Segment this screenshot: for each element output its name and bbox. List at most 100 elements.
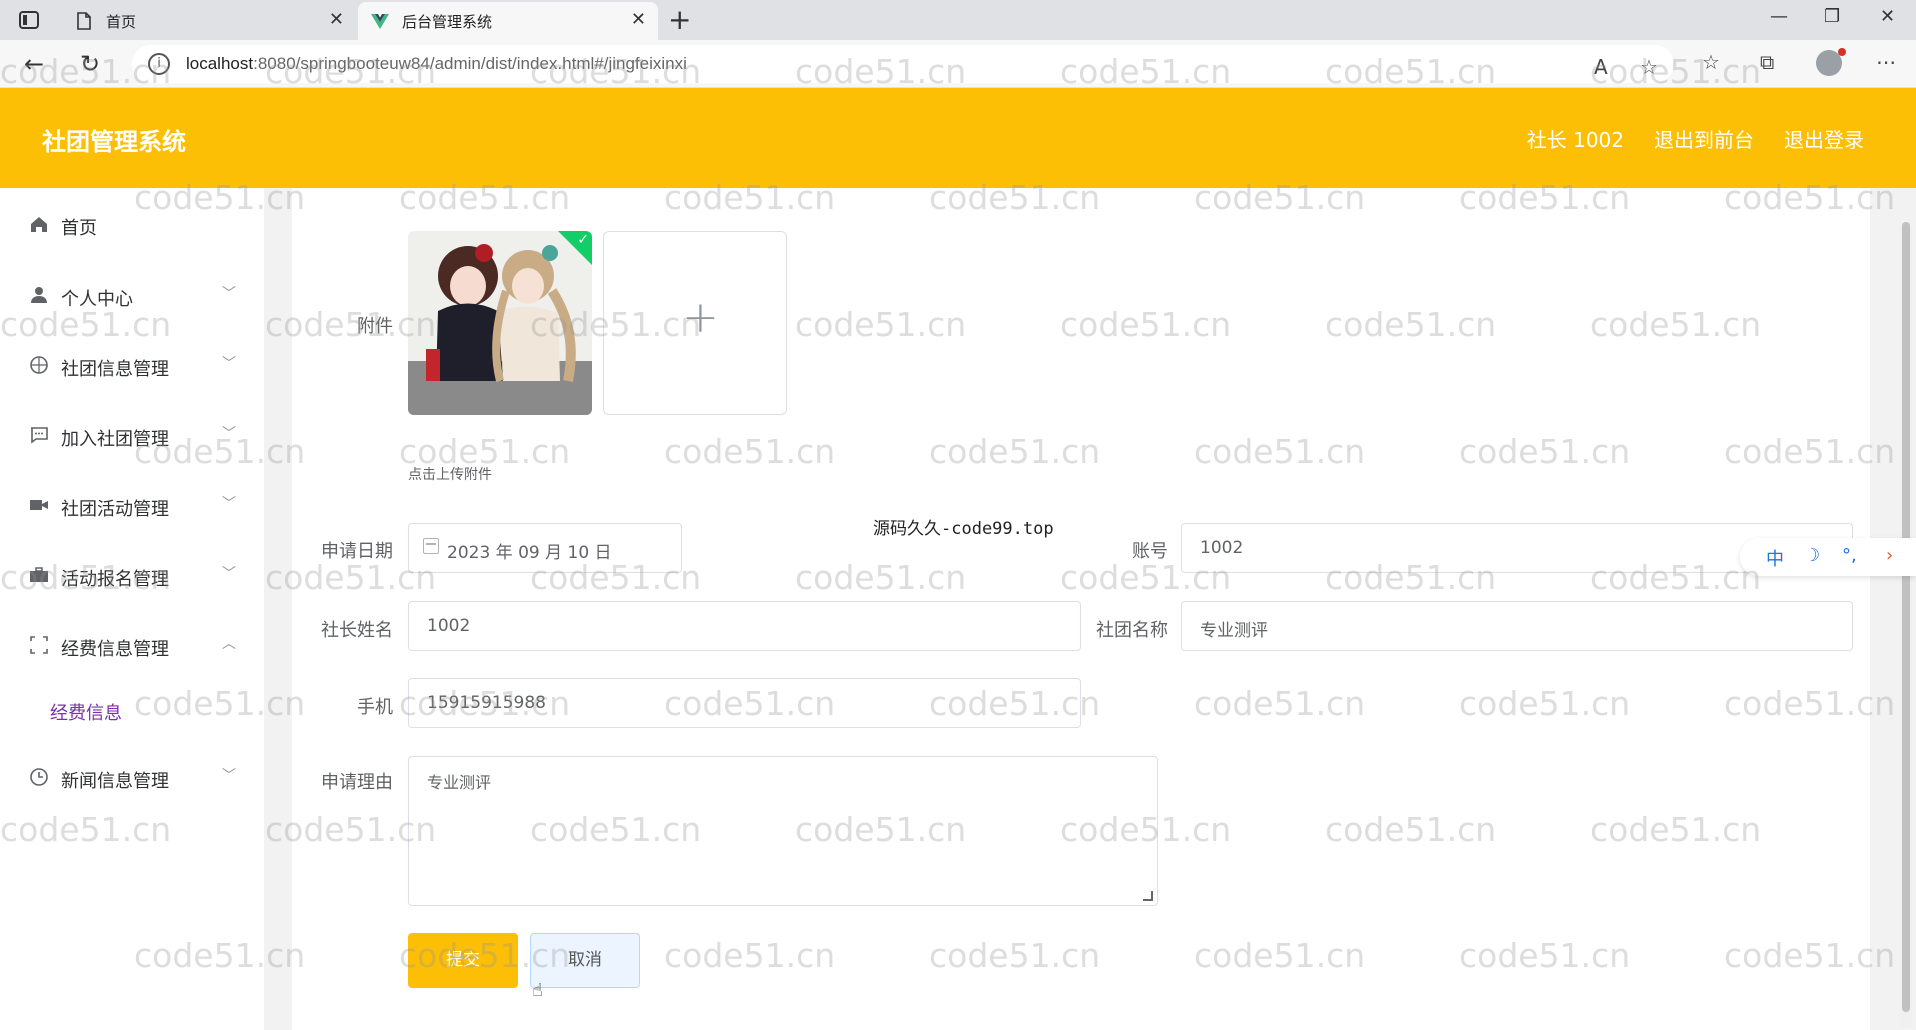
user-icon <box>28 285 50 307</box>
sidebar-subitem-label: 经费信息 <box>50 703 122 724</box>
chevron-down-icon: ﹀ <box>222 286 236 302</box>
reason-textarea[interactable]: 专业测评 <box>408 756 1158 906</box>
favorite-add-icon[interactable]: ☆ <box>1640 55 1658 79</box>
leader-name-value: 1002 <box>427 616 471 636</box>
calendar-icon <box>423 538 439 554</box>
chevron-right-icon[interactable]: › <box>1886 545 1893 566</box>
browser-tab-admin[interactable]: 后台管理系统 ✕ <box>358 2 658 40</box>
sidebar-item-activity-signup[interactable]: 活动报名管理 ﹀ <box>0 551 264 601</box>
sidebar: 首页 个人中心 ﹀ 社团信息管理 ﹀ 加入社团管理 ﹀ 社团活动管理 ﹀ 活动报… <box>0 188 264 1030</box>
apply-date-picker[interactable]: 2023 年 09 月 10 日 <box>408 523 682 573</box>
sidebar-item-label: 社团活动管理 <box>61 499 169 520</box>
sidebar-item-label: 新闻信息管理 <box>61 771 169 792</box>
mouse-cursor-icon: ☝ <box>532 980 543 1001</box>
chevron-down-icon: ﹀ <box>222 496 236 512</box>
club-name-field[interactable]: 专业测评 <box>1181 601 1853 651</box>
browser-address-bar: ← ↻ i localhost:8080/springbooteuw84/adm… <box>0 40 1916 88</box>
chevron-down-icon: ﹀ <box>222 356 236 372</box>
browser-tab-bar: 首页 ✕ 后台管理系统 ✕ + — ❐ ✕ <box>0 0 1916 40</box>
sidebar-item-club-activity[interactable]: 社团活动管理 ﹀ <box>0 481 264 531</box>
sidebar-item-label: 活动报名管理 <box>61 569 169 590</box>
phone-field[interactable]: 15915915988 <box>408 678 1081 728</box>
maximize-icon[interactable]: ❐ <box>1824 6 1840 27</box>
apply-date-value: 2023 年 09 月 10 日 <box>447 543 612 563</box>
video-icon <box>28 495 50 517</box>
globe-icon <box>28 355 50 377</box>
chevron-up-icon: ︿ <box>222 636 236 652</box>
plus-icon: + <box>682 292 719 343</box>
resize-handle-icon[interactable] <box>1143 891 1153 901</box>
more-icon[interactable]: ⋯ <box>1876 50 1896 74</box>
tab-label: 首页 <box>106 13 137 31</box>
ime-toolbar[interactable]: 中 ☽ °, › <box>1740 538 1916 576</box>
moon-icon[interactable]: ☽ <box>1804 545 1820 566</box>
app-title: 社团管理系统 <box>42 128 186 156</box>
chevron-down-icon: ﹀ <box>222 768 236 784</box>
close-tab-icon[interactable]: ✕ <box>329 9 344 30</box>
punctuation-icon[interactable]: °, <box>1842 545 1857 566</box>
url-text: localhost:8080/springbooteuw84/admin/dis… <box>186 54 687 73</box>
exit-to-front-link[interactable]: 退出到前台 <box>1654 124 1754 153</box>
clock-icon <box>28 767 50 789</box>
close-window-icon[interactable]: ✕ <box>1880 6 1895 27</box>
sidebar-item-home[interactable]: 首页 <box>0 200 264 250</box>
read-aloud-icon[interactable]: A <box>1594 55 1608 79</box>
club-name-label: 社团名称 <box>1096 620 1168 641</box>
reason-label: 申请理由 <box>321 772 393 793</box>
suitcase-icon <box>28 565 50 587</box>
back-icon[interactable]: ← <box>20 50 48 78</box>
phone-label: 手机 <box>357 697 393 718</box>
logout-link[interactable]: 退出登录 <box>1784 124 1864 153</box>
account-value: 1002 <box>1200 538 1244 558</box>
ime-language-label[interactable]: 中 <box>1766 545 1784 571</box>
sidebar-item-personal[interactable]: 个人中心 ﹀ <box>0 271 264 321</box>
reason-value: 专业测评 <box>427 773 492 792</box>
new-tab-icon[interactable]: + <box>668 4 691 36</box>
profile-avatar[interactable] <box>1816 48 1846 76</box>
leader-name-label: 社长姓名 <box>321 620 393 641</box>
tab-actions-icon[interactable] <box>18 9 40 31</box>
browser-tab-home[interactable]: 首页 ✕ <box>62 2 356 40</box>
attachment-label: 附件 <box>357 316 393 337</box>
frame-icon <box>28 635 50 657</box>
sidebar-item-funding[interactable]: 经费信息管理 ︿ <box>0 621 264 671</box>
account-label: 账号 <box>1132 541 1168 562</box>
tab-label: 后台管理系统 <box>402 13 493 31</box>
vue-logo-icon <box>370 11 390 31</box>
close-tab-icon[interactable]: ✕ <box>631 9 646 30</box>
reload-icon[interactable]: ↻ <box>76 50 104 78</box>
sidebar-item-news[interactable]: 新闻信息管理 ﹀ <box>0 753 264 803</box>
overlay-text: 源码久久-code99.top <box>873 519 1054 539</box>
info-icon[interactable]: i <box>148 53 170 75</box>
scrollbar[interactable] <box>1900 222 1912 1028</box>
favorites-icon[interactable]: ☆ <box>1702 50 1720 74</box>
sidebar-item-label: 个人中心 <box>61 289 133 310</box>
sidebar-item-join-club[interactable]: 加入社团管理 ﹀ <box>0 411 264 461</box>
submit-button[interactable]: 提交 <box>408 933 518 988</box>
cancel-button[interactable]: 取消 <box>530 933 640 988</box>
sidebar-item-label: 加入社团管理 <box>61 429 169 450</box>
check-icon: ✓ <box>577 232 589 248</box>
upload-add-button[interactable]: + <box>603 231 787 415</box>
chevron-down-icon: ﹀ <box>222 426 236 442</box>
chat-icon <box>28 425 50 447</box>
phone-value: 15915915988 <box>427 693 546 713</box>
app-header: 社团管理系统 社长 1002 退出到前台 退出登录 <box>0 88 1916 188</box>
current-user-label: 社长 1002 <box>1526 128 1624 152</box>
collections-icon[interactable]: ⧉ <box>1760 50 1774 74</box>
attachment-thumbnail[interactable]: ✓ <box>408 231 592 415</box>
page-icon <box>74 11 94 31</box>
header-links: 社长 1002 退出到前台 退出登录 <box>1527 124 1864 153</box>
scrollbar-thumb[interactable] <box>1902 222 1910 1012</box>
upload-tip: 点击上传附件 <box>408 467 492 483</box>
leader-name-field[interactable]: 1002 <box>408 601 1081 651</box>
sidebar-subitem-funding-info[interactable]: 经费信息 <box>0 685 264 735</box>
sidebar-item-label: 经费信息管理 <box>61 639 169 660</box>
sidebar-item-label: 首页 <box>61 218 97 239</box>
club-name-value: 专业测评 <box>1200 621 1268 641</box>
url-field[interactable]: i localhost:8080/springbooteuw84/admin/d… <box>132 45 1674 83</box>
apply-date-label: 申请日期 <box>321 541 393 562</box>
sidebar-item-label: 社团信息管理 <box>61 359 169 380</box>
minimize-icon[interactable]: — <box>1770 6 1788 27</box>
sidebar-item-club-info[interactable]: 社团信息管理 ﹀ <box>0 341 264 391</box>
